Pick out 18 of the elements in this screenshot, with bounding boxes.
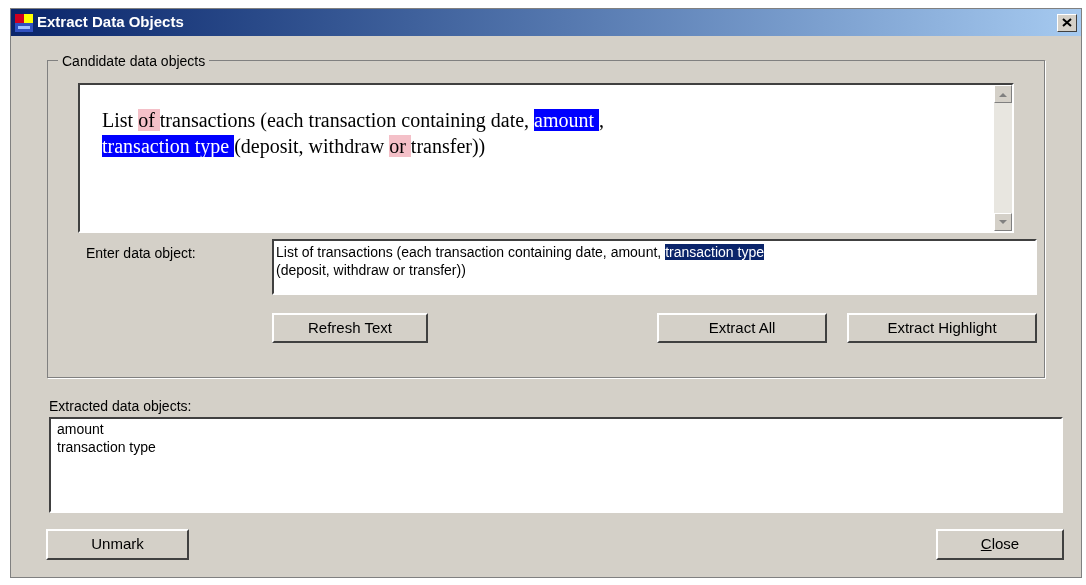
scroll-up-icon[interactable]	[994, 85, 1012, 103]
list-label: Extracted data objects:	[49, 397, 192, 416]
extract-highlight-button[interactable]: Extract Highlight	[847, 313, 1037, 343]
list-item[interactable]: amount	[57, 420, 104, 438]
unmark-button[interactable]: Unmark	[46, 529, 189, 560]
candidate-text-area[interactable]: List of transactions (each transaction containing date, amount , transaction type (deposit, withdraw or transfer))	[78, 83, 1014, 233]
scroll-down-icon[interactable]	[994, 213, 1012, 231]
window-title: Extract Data Objects	[37, 12, 184, 33]
close-icon[interactable]	[1057, 13, 1077, 32]
data-object-field[interactable]: List of transactions (each transaction containing date, amount, transaction type (deposit, withdraw or transfer))	[272, 239, 1037, 295]
scrollbar[interactable]	[994, 85, 1012, 231]
field-label: Enter data object:	[86, 244, 197, 263]
app-icon	[15, 13, 33, 32]
list-item[interactable]: transaction type	[57, 438, 156, 456]
refresh-text-button[interactable]: Refresh Text	[272, 313, 428, 343]
extracted-list[interactable]: amount transaction type	[49, 417, 1063, 513]
close-button[interactable]: Close	[936, 529, 1064, 560]
extract-all-button[interactable]: Extract All	[657, 313, 827, 343]
